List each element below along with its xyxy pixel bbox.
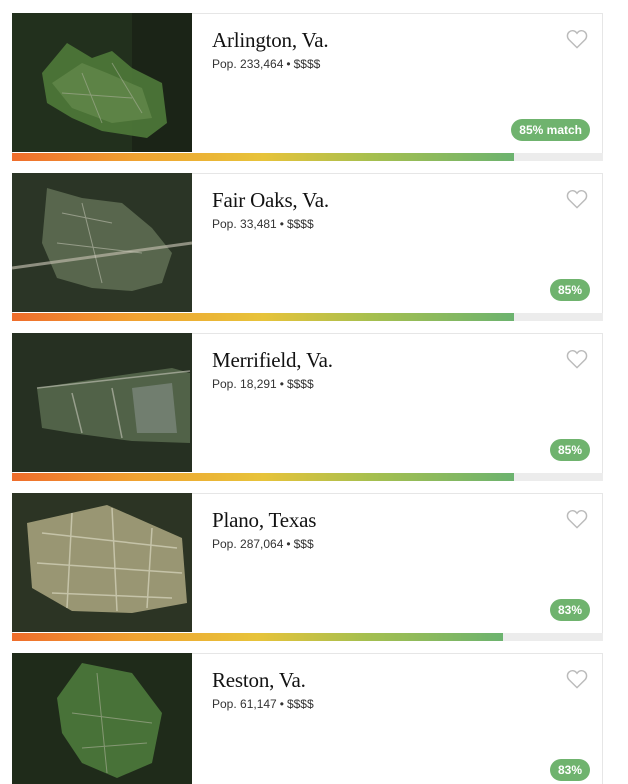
cost-level: $$$ bbox=[293, 537, 314, 551]
place-card-0[interactable]: Arlington, Va. Pop. 233,464 • $$$$ 85% mat… bbox=[12, 13, 603, 161]
cost-level: $$$$ bbox=[286, 377, 314, 391]
cost-level: $$$$ bbox=[286, 217, 314, 231]
match-progress-bar bbox=[12, 633, 603, 641]
population-text: Pop. 18,291 bbox=[212, 377, 277, 391]
place-meta: Pop. 287,064 • $$$ bbox=[212, 536, 316, 552]
favorite-heart-icon[interactable] bbox=[566, 189, 588, 209]
place-name[interactable]: Plano, Texas bbox=[212, 507, 316, 533]
match-badge: 85% bbox=[549, 279, 590, 301]
place-meta: Pop. 33,481 • $$$$ bbox=[212, 216, 329, 232]
favorite-heart-icon[interactable] bbox=[566, 349, 588, 369]
match-badge: 83% bbox=[549, 759, 590, 781]
satellite-map-thumbnail bbox=[12, 493, 192, 632]
place-meta: Pop. 18,291 • $$$$ bbox=[212, 376, 333, 392]
place-meta: Pop. 61,147 • $$$$ bbox=[212, 696, 314, 712]
match-progress-bar bbox=[12, 153, 603, 161]
population-text: Pop. 61,147 bbox=[212, 697, 277, 711]
favorite-heart-icon[interactable] bbox=[566, 509, 588, 529]
match-progress-fill bbox=[12, 473, 515, 481]
satellite-map-thumbnail bbox=[12, 173, 192, 312]
match-progress-fill bbox=[12, 633, 503, 641]
place-name[interactable]: Fair Oaks, Va. bbox=[212, 187, 329, 213]
place-info: Merrifield, Va. Pop. 18,291 • $$$$ bbox=[212, 347, 333, 392]
place-info: Arlington, Va. Pop. 233,464 • $$$$ bbox=[212, 27, 329, 72]
population-text: Pop. 287,064 bbox=[212, 537, 284, 551]
place-card-1[interactable]: Fair Oaks, Va. Pop. 33,481 • $$$$ 85% bbox=[12, 173, 603, 321]
place-card-2[interactable]: Merrifield, Va. Pop. 18,291 • $$$$ 85% bbox=[12, 333, 603, 481]
separator-dot: • bbox=[279, 697, 284, 711]
separator-dot: • bbox=[279, 377, 284, 391]
match-progress-fill bbox=[12, 313, 515, 321]
favorite-heart-icon[interactable] bbox=[566, 669, 588, 689]
place-name[interactable]: Merrifield, Va. bbox=[212, 347, 333, 373]
separator-dot: • bbox=[286, 537, 291, 551]
place-card-4[interactable]: Reston, Va. Pop. 61,147 • $$$$ 83% bbox=[12, 653, 603, 784]
results-list: Arlington, Va. Pop. 233,464 • $$$$ 85% mat… bbox=[12, 13, 603, 784]
match-badge: 85% bbox=[549, 439, 590, 461]
place-info: Reston, Va. Pop. 61,147 • $$$$ bbox=[212, 667, 314, 712]
place-info: Fair Oaks, Va. Pop. 33,481 • $$$$ bbox=[212, 187, 329, 232]
place-meta: Pop. 233,464 • $$$$ bbox=[212, 56, 328, 72]
satellite-map-thumbnail bbox=[12, 13, 192, 152]
population-text: Pop. 33,481 bbox=[212, 217, 277, 231]
satellite-map-thumbnail bbox=[12, 333, 192, 472]
place-name[interactable]: Arlington, Va. bbox=[212, 27, 329, 53]
population-text: Pop. 233,464 bbox=[212, 57, 284, 71]
match-progress-fill bbox=[12, 153, 515, 161]
match-progress-bar bbox=[12, 473, 603, 481]
place-card-3[interactable]: Plano, Texas Pop. 287,064 • $$$ 83% bbox=[12, 493, 603, 641]
match-progress-bar bbox=[12, 313, 603, 321]
satellite-map-thumbnail bbox=[12, 653, 192, 784]
separator-dot: • bbox=[286, 57, 291, 71]
match-badge: 83% bbox=[549, 599, 590, 621]
place-name[interactable]: Reston, Va. bbox=[212, 667, 314, 693]
place-info: Plano, Texas Pop. 287,064 • $$$ bbox=[212, 507, 316, 552]
match-badge: 85% match bbox=[511, 119, 590, 141]
cost-level: $$$$ bbox=[286, 697, 314, 711]
cost-level: $$$$ bbox=[293, 57, 321, 71]
separator-dot: • bbox=[279, 217, 284, 231]
favorite-heart-icon[interactable] bbox=[566, 29, 588, 49]
